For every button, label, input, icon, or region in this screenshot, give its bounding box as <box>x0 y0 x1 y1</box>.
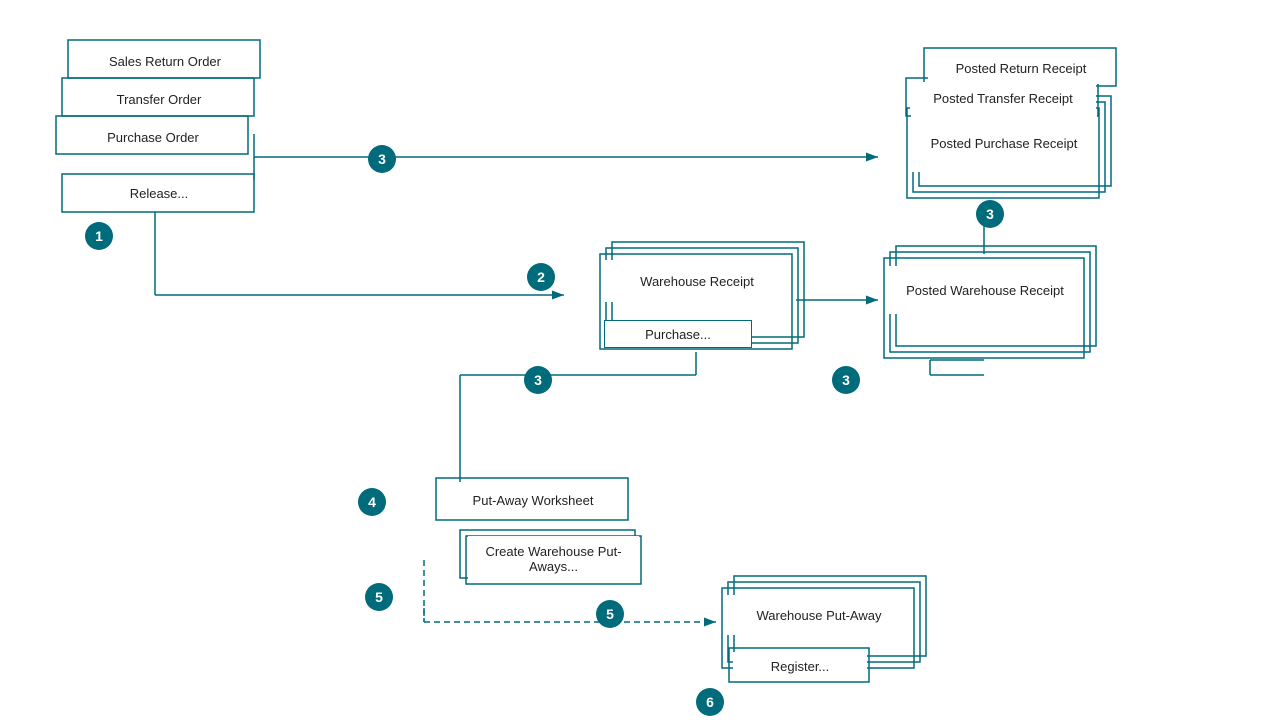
posted-purchase-receipt-label: Posted Purchase Receipt <box>911 114 1097 172</box>
diagram-container: 1 2 3 3 3 3 4 5 5 6 Sales Return Order T… <box>0 0 1280 720</box>
warehouse-receipt-label: Warehouse Receipt <box>604 260 790 302</box>
warehouse-put-away-label: Warehouse Put-Away <box>726 595 912 635</box>
badge-step-5a: 5 <box>365 583 393 611</box>
badge-step-2: 2 <box>527 263 555 291</box>
transfer-order-label: Transfer Order <box>66 82 252 116</box>
badge-step-6: 6 <box>696 688 724 716</box>
badge-step-1: 1 <box>85 222 113 250</box>
warehouse-receipt-purchase-label: Purchase... <box>604 320 752 348</box>
posted-return-receipt-label: Posted Return Receipt <box>928 52 1114 84</box>
sales-return-order-label: Sales Return Order <box>72 44 258 78</box>
badge-step-4: 4 <box>358 488 386 516</box>
purchase-order-label: Purchase Order <box>60 120 246 154</box>
badge-step-3d: 3 <box>832 366 860 394</box>
posted-warehouse-receipt-label: Posted Warehouse Receipt <box>888 266 1082 314</box>
release-label: Release... <box>66 178 252 208</box>
badge-step-3a: 3 <box>368 145 396 173</box>
put-away-worksheet-label: Put-Away Worksheet <box>440 482 626 518</box>
posted-transfer-receipt-label: Posted Transfer Receipt <box>910 82 1096 114</box>
register-label: Register... <box>733 652 867 680</box>
badge-step-3b: 3 <box>976 200 1004 228</box>
badge-step-5b: 5 <box>596 600 624 628</box>
badge-step-3c: 3 <box>524 366 552 394</box>
create-warehouse-put-aways-label: Create Warehouse Put-Aways... <box>468 536 639 582</box>
